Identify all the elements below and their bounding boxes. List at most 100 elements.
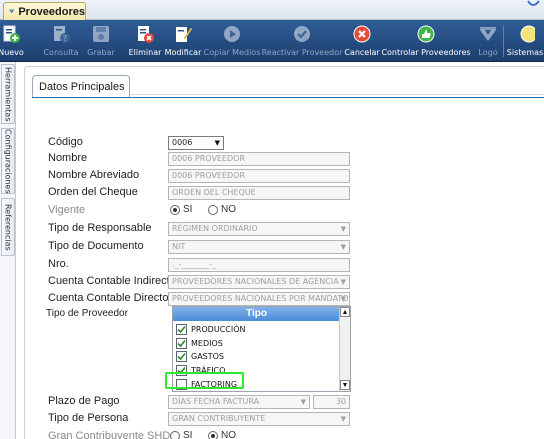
- scroll-down-icon[interactable]: ▼: [340, 380, 350, 390]
- nombre-abreviado-field[interactable]: 0006 PROVEEDOR: [168, 169, 350, 183]
- logo-label: Logo: [478, 48, 498, 57]
- radio-selected-icon: [208, 430, 218, 439]
- orden-cheque-label: Orden del Cheque: [48, 186, 138, 198]
- plazo-pago-label: Plazo de Pago: [48, 395, 120, 407]
- grabar-label: Grabar: [87, 48, 115, 57]
- cuenta-directo-value: PROVEEDORES NACIONALES POR MANDATO: [172, 294, 349, 303]
- vigente-si-radio[interactable]: SI: [170, 204, 192, 215]
- modificar-button[interactable]: Modificar: [164, 20, 202, 62]
- vigente-no-radio[interactable]: NO: [208, 204, 236, 215]
- play-circle-icon: [221, 23, 243, 45]
- nombre-abreviado-value: 0006 PROVEEDOR: [172, 171, 246, 180]
- orden-cheque-value: ORDEN DEL CHEQUE: [172, 188, 256, 197]
- controlar-proveedores-label: Controlar Proveedores: [381, 48, 471, 57]
- vigente-no-label: NO: [221, 204, 236, 215]
- main-content: Datos Principales Código 0006 ▼ Nombre 0…: [16, 62, 544, 439]
- tipo-persona-select[interactable]: GRAN CONTRIBUYENTE ▼: [168, 412, 350, 426]
- left-tab-rail: Herramientas Configuraciones Referencias: [0, 62, 16, 439]
- nombre-value: 0006 PROVEEDOR: [172, 154, 246, 163]
- plazo-pago-select[interactable]: DÍAS FECHA FACTURA ▼: [168, 395, 310, 409]
- chevron-down-icon: ▼: [340, 415, 346, 423]
- nombre-abreviado-label: Nombre Abreviado: [48, 169, 140, 181]
- codigo-label: Código: [48, 136, 83, 148]
- list-item-medios[interactable]: MEDIOS: [176, 337, 223, 350]
- eliminar-button[interactable]: Eliminar: [128, 20, 162, 62]
- vigente-label: Vigente: [48, 204, 86, 216]
- tipo-responsable-select[interactable]: RÉGIMEN ORDINARIO ▼: [168, 222, 350, 236]
- chevron-down-icon: ▼: [340, 295, 346, 303]
- tipo-documento-value: NIT: [172, 242, 186, 251]
- gran-contribuyente-si-radio[interactable]: SI: [170, 430, 192, 439]
- consulta-label: Consulta: [43, 48, 79, 57]
- tab-referencias-label: Referencias: [3, 203, 13, 251]
- radio-empty-icon: [208, 204, 218, 215]
- checkbox-checked-icon[interactable]: [176, 338, 187, 349]
- tipo-documento-select[interactable]: NIT ▼: [168, 240, 350, 254]
- tab-referencias[interactable]: Referencias: [1, 198, 15, 256]
- tipo-responsable-value: RÉGIMEN ORDINARIO: [172, 224, 258, 233]
- plazo-dias-value: 30: [335, 397, 346, 406]
- tab-herramientas[interactable]: Herramientas: [1, 64, 15, 124]
- list-item-gastos[interactable]: GASTOS: [176, 350, 224, 363]
- tab-configuraciones-label: Configuraciones: [3, 128, 13, 194]
- nuevo-button[interactable]: Nuevo: [0, 20, 24, 62]
- tipo-responsable-label: Tipo de Responsable: [48, 222, 152, 234]
- tab-datos-principales[interactable]: Datos Principales: [32, 75, 130, 98]
- medios-label: MEDIOS: [191, 339, 223, 348]
- orden-cheque-field[interactable]: ORDEN DEL CHEQUE: [168, 186, 350, 200]
- vigente-si-label: SI: [183, 204, 193, 215]
- nro-field[interactable]: ._-_______-_: [168, 258, 350, 272]
- nombre-field[interactable]: 0006 PROVEEDOR: [168, 152, 350, 166]
- checkbox-checked-icon[interactable]: [176, 324, 187, 335]
- corner-arrow-icon: [527, 0, 540, 6]
- list-scrollbar[interactable]: ▲ ▼: [339, 307, 350, 391]
- gran-contribuyente-no-radio[interactable]: NO: [208, 430, 236, 439]
- consulta-button[interactable]: ? Consulta: [43, 20, 79, 62]
- cancelar-button[interactable]: Cancelar: [344, 20, 380, 62]
- nombre-label: Nombre: [48, 152, 88, 164]
- sistemas-button[interactable]: Sistemas: [506, 20, 544, 62]
- logo-button[interactable]: Logo: [476, 20, 500, 62]
- copiar-medios-button[interactable]: Copiar Medios: [203, 20, 261, 62]
- section-divider-accent: [32, 97, 544, 98]
- plazo-pago-value: DÍAS FECHA FACTURA: [172, 397, 260, 406]
- chevron-down-icon: ▼: [340, 243, 346, 251]
- tipo-proveedor-label: Tipo de Proveedor: [46, 308, 128, 319]
- edit-icon: [172, 23, 194, 45]
- scroll-up-icon[interactable]: ▲: [340, 307, 350, 317]
- gran-contribuyente-no-label: NO: [221, 430, 236, 439]
- gastos-label: GASTOS: [191, 352, 225, 361]
- chevron-down-icon: ▼: [300, 398, 306, 406]
- list-item-produccion[interactable]: PRODUCCIÓN: [176, 323, 246, 336]
- checkbox-checked-icon[interactable]: [176, 351, 187, 362]
- reactivar-proveedor-button[interactable]: Reactivar Proveedor: [262, 20, 342, 62]
- nro-value: ._-_______-_: [172, 260, 217, 269]
- cuenta-directo-select[interactable]: PROVEEDORES NACIONALES POR MANDATO ▼: [168, 292, 350, 306]
- check-circle-icon: [291, 23, 313, 45]
- tipo-column-header: Tipo: [173, 307, 340, 321]
- section-divider: [130, 94, 544, 95]
- svg-text:?: ?: [63, 34, 67, 43]
- modificar-label: Modificar: [164, 48, 202, 57]
- gran-contribuyente-label: Gran Contribuyente SHD: [48, 430, 171, 439]
- proveedores-window-tab[interactable]: Proveedores: [3, 2, 86, 20]
- window-tab-label: Proveedores: [18, 5, 85, 18]
- tab-configuraciones[interactable]: Configuraciones: [1, 128, 15, 194]
- cuenta-indirecto-select[interactable]: PROVEEDORES NACIONALES DE AGENCIA ▼: [168, 275, 350, 289]
- tab-datos-principales-label: Datos Principales: [39, 81, 125, 93]
- plazo-dias-field[interactable]: 30: [313, 395, 350, 409]
- codigo-select[interactable]: 0006 ▼: [168, 136, 224, 150]
- radio-empty-icon: [170, 430, 180, 439]
- logo-icon: [477, 23, 499, 45]
- copiar-medios-label: Copiar Medios: [203, 48, 261, 57]
- radio-selected-icon: [170, 204, 180, 215]
- cuenta-indirecto-label: Cuenta Contable Indirecto: [48, 275, 176, 287]
- new-doc-icon: [0, 23, 22, 45]
- controlar-proveedores-button[interactable]: Controlar Proveedores: [381, 20, 471, 62]
- cuenta-indirecto-value: PROVEEDORES NACIONALES DE AGENCIA: [172, 277, 339, 286]
- cuenta-directo-label: Cuenta Contable Directo: [48, 292, 169, 304]
- cancel-icon: [351, 23, 373, 45]
- chevron-down-icon: ▼: [214, 139, 220, 147]
- grabar-button[interactable]: Grabar: [86, 20, 116, 62]
- chevron-down-icon: ▼: [340, 278, 346, 286]
